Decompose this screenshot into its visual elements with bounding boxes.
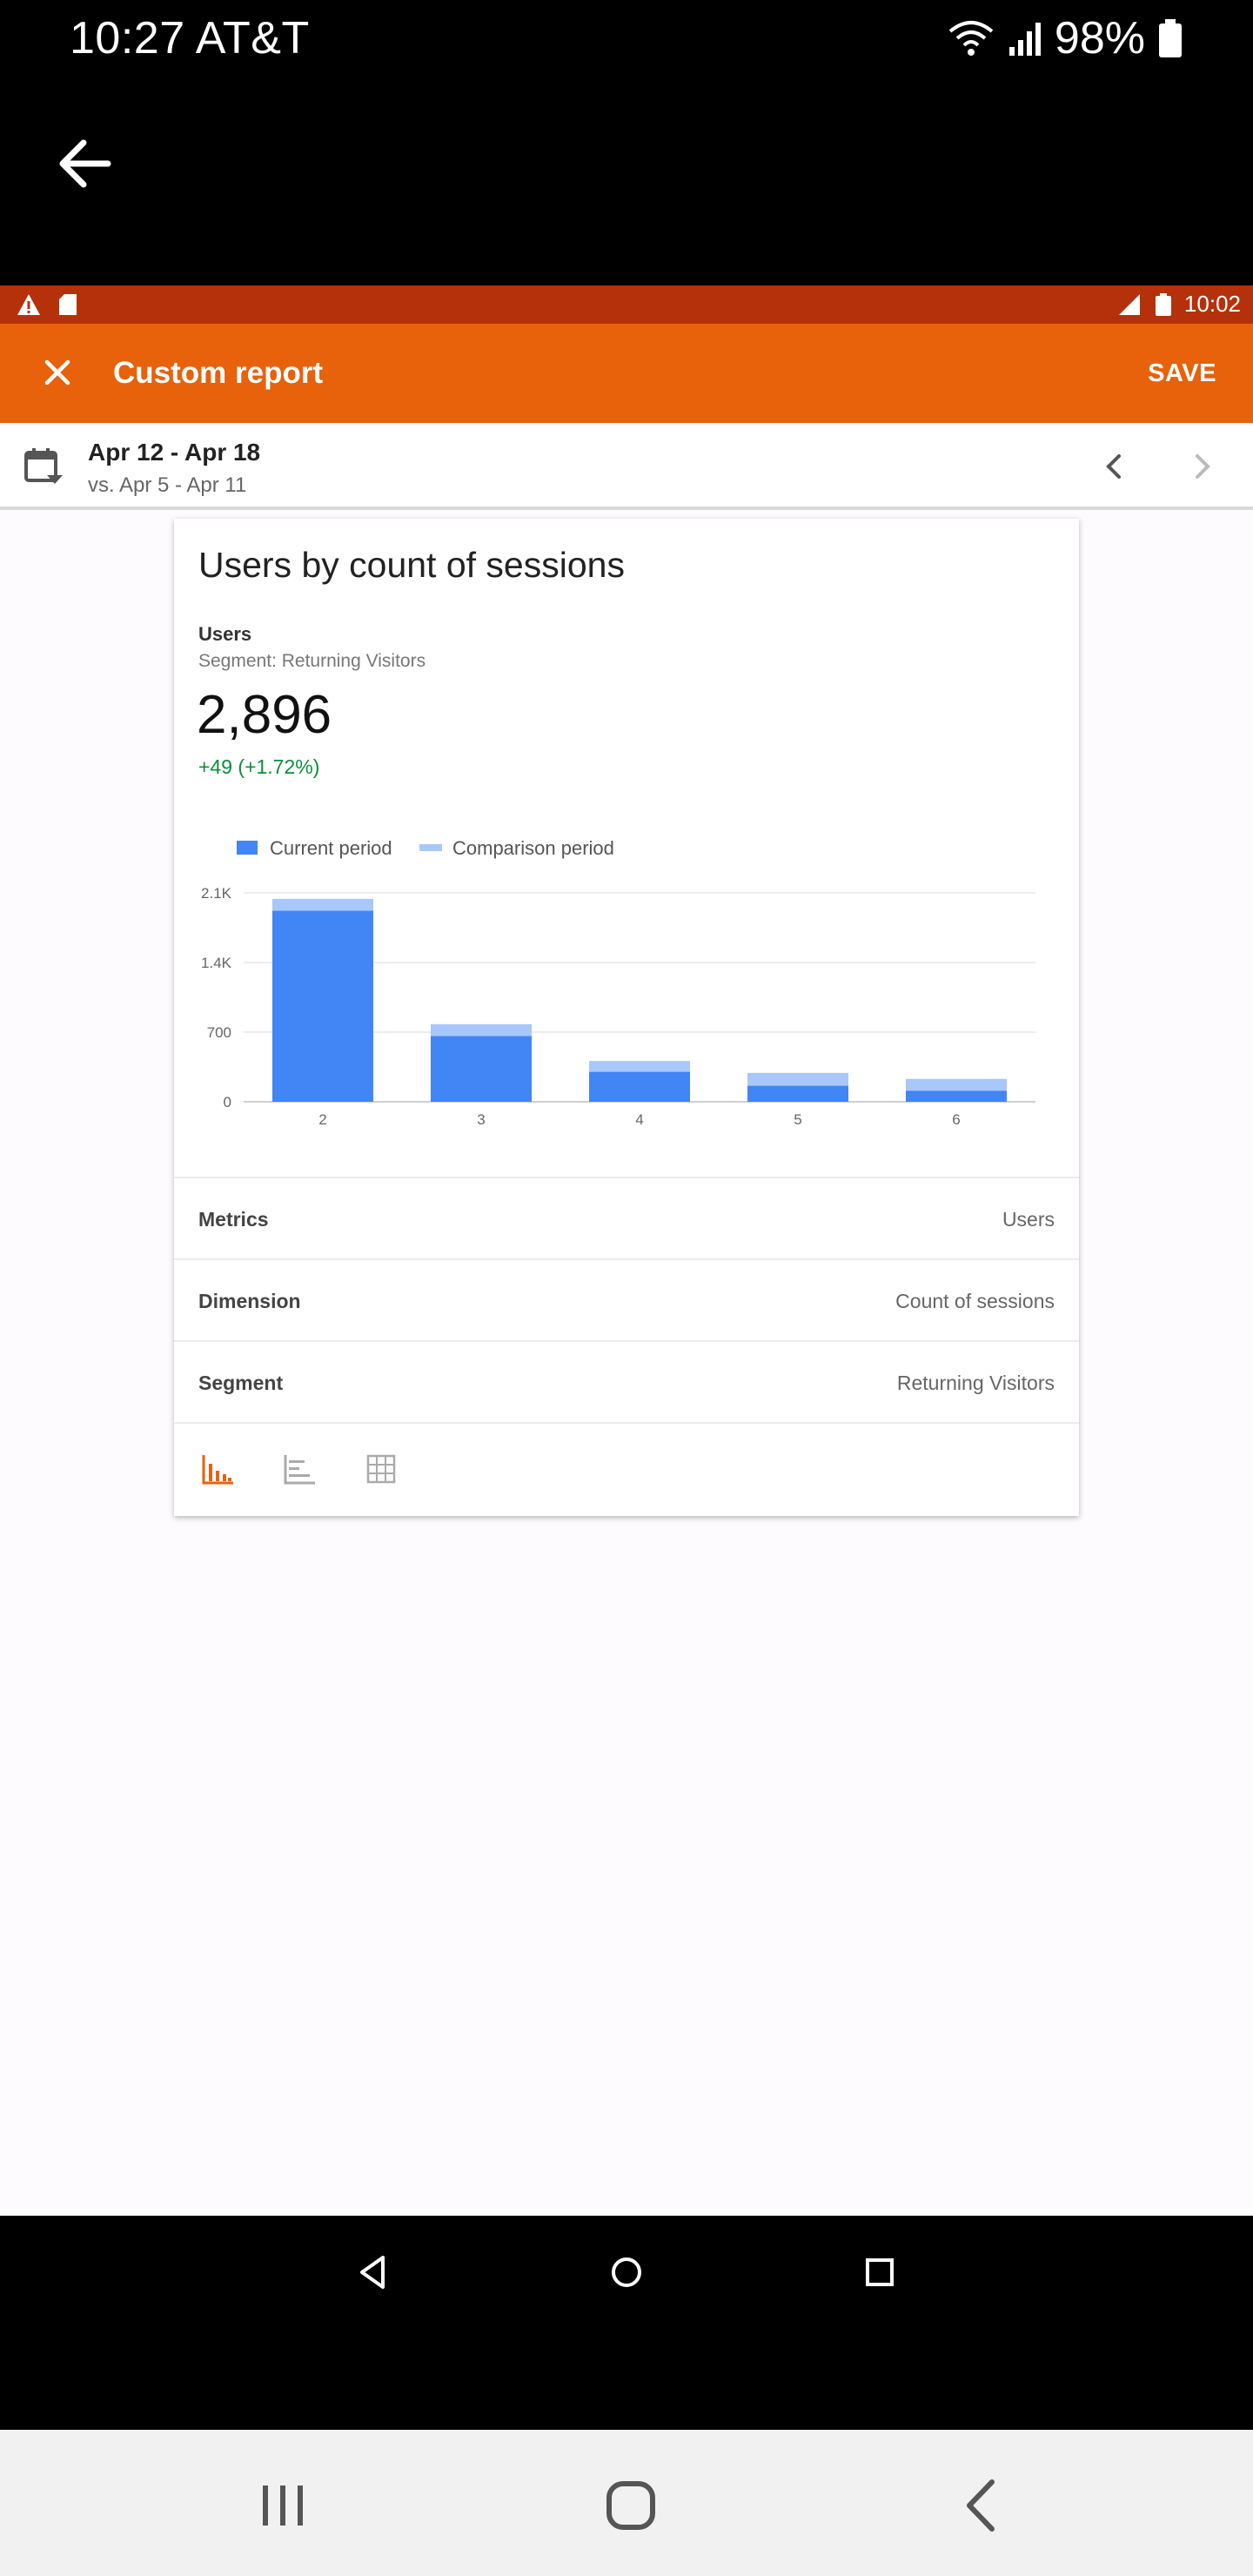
calendar-compare-icon[interactable]	[23, 446, 64, 487]
metric-label: Users	[198, 623, 252, 645]
settings-key: Segment	[198, 1372, 284, 1394]
date-range-selector[interactable]: Apr 12 - Apr 18 vs. Apr 5 - Apr 11	[0, 423, 1253, 510]
view-mode-toolbar	[174, 1422, 1079, 1516]
nav-recents-square-icon[interactable]	[858, 2251, 901, 2294]
report-card: Users by count of sessions Users Segment…	[174, 519, 1079, 1516]
app-bar: Custom report SAVE	[0, 324, 1253, 423]
warning-icon	[17, 294, 40, 315]
settings-key: Dimension	[198, 1290, 301, 1312]
settings-row-metrics[interactable]: Metrics Users	[174, 1177, 1079, 1258]
wifi-icon	[948, 21, 994, 56]
sd-card-icon	[59, 294, 77, 315]
inner-status-bar: 10:02	[0, 285, 1253, 324]
status-time-carrier: 10:27 AT&T	[70, 13, 310, 64]
x-tick-label: 4	[635, 1111, 643, 1128]
legend-label-comparison: Comparison period	[452, 837, 614, 859]
battery-percent: 98%	[1054, 13, 1145, 64]
nav-back-triangle-icon[interactable]	[352, 2251, 395, 2294]
battery-icon	[1159, 19, 1182, 57]
y-tick-label: 1.4K	[201, 955, 232, 971]
x-tick-label: 5	[794, 1111, 801, 1128]
horizontal-bar-icon[interactable]	[282, 1452, 317, 1486]
legend-swatch-current	[237, 841, 258, 855]
x-tick-label: 3	[477, 1111, 485, 1128]
bar-current-5	[747, 1085, 848, 1102]
table-grid-icon[interactable]	[364, 1452, 399, 1486]
date-range-primary: Apr 12 - Apr 18	[88, 439, 261, 466]
metric-delta: +49 (+1.72%)	[198, 755, 320, 778]
x-tick-label: 2	[318, 1111, 326, 1128]
signal-icon	[1008, 23, 1041, 56]
viewer-toolbar	[0, 78, 1253, 285]
settings-row-segment[interactable]: Segment Returning Visitors	[174, 1340, 1079, 1422]
y-tick-label: 0	[224, 1094, 231, 1110]
back-arrow-icon[interactable]	[54, 132, 117, 195]
signal-small-icon	[1119, 294, 1140, 315]
home-icon[interactable]	[600, 2475, 661, 2536]
bar-current-4	[589, 1071, 690, 1102]
x-tick-label: 6	[952, 1111, 960, 1128]
inner-status-clock: 10:02	[1183, 291, 1241, 317]
chart-bars	[272, 898, 1007, 1102]
recent-apps-icon[interactable]	[252, 2475, 313, 2536]
segment-label: Segment: Returning Visitors	[198, 651, 426, 671]
nav-home-circle-icon[interactable]	[605, 2251, 648, 2294]
settings-value: Users	[1002, 1208, 1055, 1231]
bar-current-6	[906, 1090, 1007, 1102]
bar-current-3	[431, 1036, 532, 1102]
bar-chart-icon[interactable]	[200, 1452, 235, 1486]
bar-current-2	[272, 910, 373, 1102]
settings-value: Count of sessions	[895, 1290, 1055, 1312]
y-tick-label: 2.1K	[201, 885, 232, 902]
legend-label-current: Current period	[270, 837, 392, 859]
settings-row-dimension[interactable]: Dimension Count of sessions	[174, 1258, 1079, 1340]
app-screen: 10:02 Custom report SAVE Apr 12 - Apr 18…	[0, 285, 1253, 2216]
settings-value: Returning Visitors	[896, 1372, 1055, 1394]
inner-navigation-bar	[0, 2216, 1253, 2430]
page-title: Custom report	[113, 356, 324, 390]
battery-small-icon	[1156, 293, 1171, 316]
close-icon[interactable]	[35, 350, 80, 395]
metric-total: 2,896	[197, 685, 332, 745]
settings-key: Metrics	[198, 1208, 269, 1231]
chevron-left-icon[interactable]	[1098, 446, 1129, 487]
date-range-comparison: vs. Apr 5 - Apr 11	[88, 473, 247, 497]
legend-swatch-comparison	[419, 844, 442, 851]
device-status-bar: 10:27 AT&T 98%	[0, 0, 1253, 78]
save-button[interactable]: SAVE	[1148, 324, 1216, 423]
status-right-group: 98%	[947, 12, 1183, 64]
chevron-right-icon[interactable]	[1187, 446, 1218, 487]
chart-legend: Current period Comparison period	[237, 837, 614, 859]
device-navigation-bar	[0, 2430, 1253, 2576]
chart-x-ticks: 2 3 4 5 6	[318, 1111, 960, 1128]
back-chevron-icon[interactable]	[952, 2475, 1013, 2536]
y-tick-label: 700	[207, 1024, 231, 1041]
card-title: Users by count of sessions	[198, 545, 625, 585]
bar-chart: Current period Comparison period 0 700 1.4…	[201, 837, 1035, 1128]
